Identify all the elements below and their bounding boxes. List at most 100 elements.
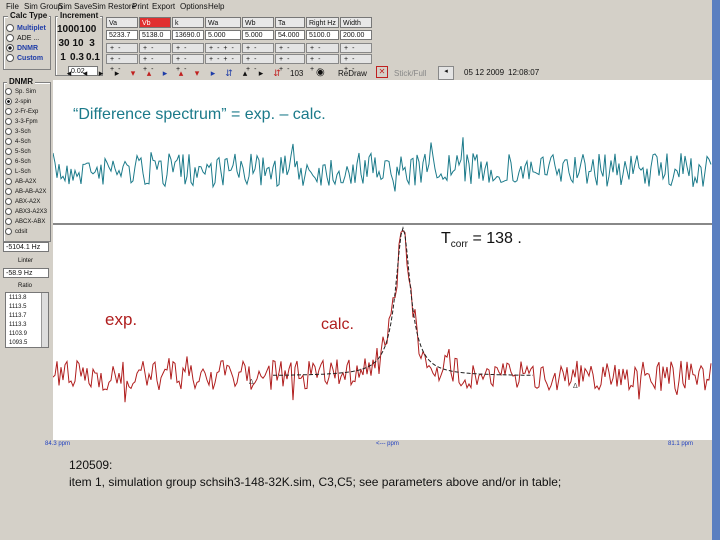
param-header-0[interactable]: Va	[106, 17, 138, 28]
toolbar-arrow-icon[interactable]: ▸	[206, 67, 220, 80]
calc-type-radio-custom[interactable]: Custom	[6, 54, 43, 62]
ratio-value[interactable]: 1113.8	[9, 295, 26, 301]
param-stepper-fine[interactable]: +-+-	[242, 54, 274, 73]
calc-type-radio-dnmr[interactable]: DNMR	[6, 44, 38, 52]
param-stepper[interactable]: +-+-	[306, 43, 339, 62]
dnmr-radio-2[interactable]: 2-Fr-Exp	[5, 108, 38, 115]
dnmr-radio-9[interactable]: AB-A2X	[5, 178, 36, 185]
experimental-trace	[53, 230, 712, 403]
param-stepper[interactable]: +-+-	[340, 43, 372, 62]
param-header-1[interactable]: Vb	[139, 17, 171, 28]
param-value-1[interactable]: 5138.0	[139, 30, 171, 40]
param-header-2[interactable]: k ab+kba	[172, 17, 204, 38]
dnmr-radio-6[interactable]: 5-Sch	[5, 148, 31, 155]
increment-0.3[interactable]: 0.3	[69, 52, 85, 63]
dnmr-radio-13[interactable]: ABCX-ABX	[5, 218, 45, 225]
eye-icon[interactable]: ◉	[316, 67, 325, 78]
param-value-2[interactable]: 13690.0	[172, 30, 204, 40]
param-value-7[interactable]: 200.00	[340, 30, 372, 40]
dnmr-radio-7[interactable]: 6-Sch	[5, 158, 31, 165]
linter-field[interactable]: -58.9 Hz	[3, 268, 49, 278]
menu-item-help[interactable]: Help	[208, 2, 224, 11]
param-stepper-fine[interactable]: +-+-	[275, 54, 305, 73]
dnmr-radio-11[interactable]: ABX-A2X	[5, 198, 40, 205]
dnmr-radio-8[interactable]: L-Sch	[5, 168, 31, 175]
toolbar-arrow-icon[interactable]: ⇵	[270, 67, 284, 80]
param-stepper[interactable]: +-+-	[242, 43, 274, 62]
param-stepper-fine[interactable]: +-+-	[340, 54, 372, 73]
calc-type-radio-ade[interactable]: ADE ...	[6, 34, 39, 42]
param-value-6[interactable]: 5100.0	[306, 30, 339, 40]
menu-item-sim-restore[interactable]: Sim Restore	[92, 2, 136, 11]
dnmr-radio-3[interactable]: 3-3-Fpm	[5, 118, 38, 125]
dnmr-radio-4[interactable]: 3-Sch	[5, 128, 31, 135]
menu-item-sim-group[interactable]: Sim Group	[24, 2, 62, 11]
ratio-scrollbar[interactable]	[41, 293, 48, 347]
param-stepper[interactable]: +-+-	[139, 43, 171, 62]
menu-item-print[interactable]: Print	[132, 2, 148, 11]
redraw-button[interactable]: ReDraw	[338, 69, 367, 78]
increment-3[interactable]: 3	[85, 38, 99, 49]
toolbar-arrow-icon[interactable]: ▴	[238, 67, 252, 80]
param-header-7[interactable]: Width Hz	[340, 17, 372, 38]
toolbar-field[interactable]: 103	[290, 69, 303, 78]
toolbar-arrow-icon[interactable]: ⇵	[222, 67, 236, 80]
param-stepper-fine[interactable]: +-+-	[306, 54, 339, 73]
param-header-4[interactable]: Wb	[242, 17, 274, 28]
stick-full-button[interactable]: Stick/Full	[394, 69, 426, 78]
spectrum-plot[interactable]: ΔΔ “Difference spectrum” = exp. – calc. …	[53, 80, 712, 440]
radio-label: AB-AB-A2X	[15, 189, 47, 196]
param-value-4[interactable]: 5.000	[242, 30, 274, 40]
toolbar-arrow-icon[interactable]: ▸	[158, 67, 172, 80]
toolbar-arrow-icon[interactable]: ▾	[190, 67, 204, 80]
toolbar-arrow-icon[interactable]: ◂	[62, 67, 76, 80]
increment-1000[interactable]: 1000	[57, 24, 79, 35]
menu-item-export[interactable]: Export	[152, 2, 175, 11]
param-stepper[interactable]: +-+-	[205, 43, 241, 53]
ratio-value[interactable]: 1113.3	[9, 322, 26, 328]
dnmr-radio-5[interactable]: 4-Sch	[5, 138, 31, 145]
dnmr-radio-14[interactable]: cdsit	[5, 228, 27, 235]
toolbar-arrow-icon[interactable]: ▸	[94, 67, 108, 80]
toolbar-arrow-icon[interactable]: ◂	[78, 67, 92, 80]
param-stepper[interactable]: +-+-	[275, 43, 305, 62]
calc-type-radio-multiplet[interactable]: Multiplet	[6, 24, 46, 32]
dnmr-radio-10[interactable]: AB-AB-A2X	[5, 188, 46, 195]
close-icon[interactable]: ✕	[376, 66, 388, 78]
param-value-3[interactable]: 5.000	[205, 30, 241, 40]
param-stepper-fine[interactable]: +-+-	[139, 54, 171, 73]
scroll-left-icon[interactable]: ◂	[438, 66, 454, 80]
param-stepper[interactable]: +-+-	[172, 43, 204, 62]
toolbar-arrow-icon[interactable]: ▸	[110, 67, 124, 80]
param-value-5[interactable]: 54.000	[275, 30, 305, 40]
param-stepper-fine[interactable]: +-+-	[106, 54, 138, 73]
toolbar-arrow-icon[interactable]: ▸	[254, 67, 268, 80]
param-stepper-fine[interactable]: +-+-	[172, 54, 204, 73]
ratio-value[interactable]: 1113.5	[9, 304, 26, 310]
increment-100[interactable]: 100	[78, 24, 98, 35]
ratio-value[interactable]: 1093.5	[9, 340, 27, 346]
dnmr-radio-0[interactable]: Sp. Sim	[5, 88, 36, 95]
increment-1[interactable]: 1	[57, 52, 69, 63]
dnmr-radio-1[interactable]: 2-spin	[5, 98, 31, 105]
ratio-value[interactable]: 1103.9	[9, 331, 27, 337]
toolbar-arrow-icon[interactable]: ▴	[142, 67, 156, 80]
param-header-5[interactable]: Ta	[275, 17, 305, 28]
dnmr-frequency-field[interactable]: -5104.1 Hz	[3, 242, 49, 252]
ratio-value[interactable]: 1113.7	[9, 313, 26, 319]
menu-item-options[interactable]: Options	[180, 2, 208, 11]
increment-10[interactable]: 10	[71, 38, 85, 49]
increment-30[interactable]: 30	[57, 38, 71, 49]
param-header-6[interactable]: Right Hz	[306, 17, 339, 28]
param-header-3[interactable]: Wa	[205, 17, 241, 28]
toolbar-arrow-icon[interactable]: ▾	[126, 67, 140, 80]
menu-item-file[interactable]: File	[6, 2, 19, 11]
dnmr-radio-12[interactable]: ABX3-A2X3	[5, 208, 47, 215]
param-stepper[interactable]: +-+-	[106, 43, 138, 62]
param-value-0[interactable]: 5233.7	[106, 30, 138, 40]
param-stepper-fine[interactable]: +-+-	[205, 54, 241, 64]
toolbar-arrow-icon[interactable]: ▴	[174, 67, 188, 80]
increment-0.1[interactable]: 0.1	[85, 52, 101, 63]
ratio-list[interactable]: 1113.8 1113.5 1113.7 1113.3 1103.9 1093.5	[5, 292, 49, 348]
menu-item-sim-save[interactable]: Sim Save	[58, 2, 92, 11]
